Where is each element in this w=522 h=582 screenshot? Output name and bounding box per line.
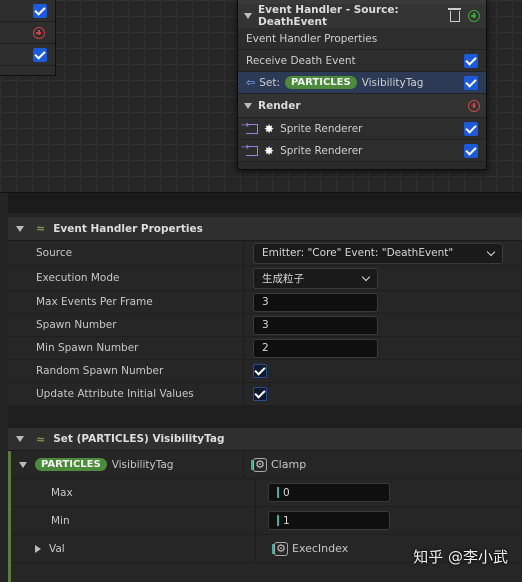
- trash-icon[interactable]: [450, 11, 460, 22]
- prop-update-initial: Update Attribute Initial Values: [8, 383, 522, 406]
- collapse-arrow-icon[interactable]: [244, 13, 252, 19]
- enable-checkbox[interactable]: [464, 54, 478, 68]
- input-marker: [277, 487, 279, 498]
- prop-label: Execution Mode: [8, 266, 244, 290]
- render-title: Render: [258, 100, 468, 112]
- dropdown-value: Emitter: "Core" Event: "DeathEvent": [262, 247, 453, 259]
- render-section-header[interactable]: Render: [238, 94, 486, 118]
- left-node-fragment[interactable]: [0, 0, 56, 76]
- add-icon[interactable]: [468, 10, 480, 22]
- namespace-pill: PARTICLES: [285, 76, 357, 89]
- input-value: ExecIndex: [292, 542, 348, 555]
- node-row-renderer[interactable]: ✸ Sprite Renderer: [238, 140, 486, 162]
- prop-label: Source: [8, 241, 244, 265]
- input-marker: [277, 515, 279, 526]
- input-label: Min: [11, 507, 256, 534]
- enable-checkbox[interactable]: [464, 144, 478, 158]
- input-label: Max: [11, 479, 256, 506]
- execution-mode-dropdown[interactable]: 生成粒子: [253, 268, 378, 289]
- update-initial-checkbox[interactable]: [253, 387, 267, 401]
- renderer-label: Sprite Renderer: [280, 123, 362, 135]
- row-label: Event Handler Properties: [246, 33, 377, 45]
- set-prefix: Set:: [259, 77, 280, 89]
- param-label: PARTICLES VisibilityTag: [11, 451, 244, 478]
- sprite-icon: ✸: [264, 122, 274, 136]
- max-input[interactable]: 0: [268, 483, 390, 502]
- row-label: Receive Death Event: [246, 55, 356, 67]
- min-input[interactable]: 1: [268, 511, 390, 530]
- enable-checkbox[interactable]: [464, 76, 478, 90]
- renderer-link-icon: [246, 124, 258, 134]
- node-row-renderer[interactable]: ✸ Sprite Renderer: [238, 118, 486, 140]
- max-events-input[interactable]: 3: [253, 293, 378, 312]
- prop-execution-mode: Execution Mode 生成粒子: [8, 266, 522, 291]
- prop-max-events: Max Events Per Frame 3: [8, 291, 522, 314]
- module-icon: ≈: [36, 222, 45, 235]
- section-header-set-visibilitytag[interactable]: ≈ Set (PARTICLES) VisibilityTag: [8, 428, 522, 451]
- random-spawn-checkbox[interactable]: [253, 364, 267, 378]
- source-dropdown[interactable]: Emitter: "Core" Event: "DeathEvent": [253, 243, 503, 264]
- prop-label: Max Events Per Frame: [8, 291, 244, 313]
- section-header-event-handler[interactable]: ≈ Event Handler Properties: [8, 217, 522, 241]
- spawn-number-input[interactable]: 3: [253, 316, 378, 335]
- chevron-down-icon: [362, 272, 370, 280]
- set-attribute: VisibilityTag: [362, 77, 424, 89]
- param-row-visibilitytag: PARTICLES VisibilityTag ⚙ Clamp: [11, 451, 522, 479]
- node-title: Event Handler - Source: DeathEvent: [258, 4, 450, 28]
- input-row-max: Max 0: [11, 479, 522, 507]
- dynamic-input-icon[interactable]: ⚙: [253, 458, 267, 472]
- prop-label: Update Attribute Initial Values: [8, 383, 244, 405]
- set-parameter-icon: ⇦: [246, 76, 255, 89]
- left-node-row[interactable]: [0, 44, 55, 66]
- prop-label: Spawn Number: [8, 314, 244, 336]
- node-row-properties[interactable]: Event Handler Properties: [238, 28, 486, 50]
- add-renderer-icon[interactable]: [468, 100, 480, 112]
- node-row-set-visibilitytag[interactable]: ⇦ Set: PARTICLES VisibilityTag: [238, 72, 486, 94]
- param-name: VisibilityTag: [112, 459, 174, 471]
- namespace-pill: PARTICLES: [35, 458, 107, 471]
- enable-checkbox[interactable]: [33, 48, 47, 62]
- renderer-label: Sprite Renderer: [280, 145, 362, 157]
- prop-spawn-number: Spawn Number 3: [8, 314, 522, 337]
- dynamic-function-name: Clamp: [271, 458, 306, 471]
- input-label-text: Val: [49, 543, 65, 555]
- enable-checkbox[interactable]: [33, 4, 47, 18]
- panel-tab-strip: [8, 193, 522, 213]
- expand-arrow-icon[interactable]: [35, 545, 41, 553]
- sprite-icon: ✸: [264, 144, 274, 158]
- section-title: Event Handler Properties: [53, 223, 203, 235]
- chevron-down-icon: [487, 247, 495, 255]
- collapse-arrow-icon[interactable]: [19, 462, 27, 468]
- details-panel: ≈ Event Handler Properties Source Emitte…: [0, 192, 522, 581]
- prop-label: Random Spawn Number: [8, 360, 244, 382]
- prop-random-spawn: Random Spawn Number: [8, 360, 522, 383]
- input-label: Val: [11, 535, 256, 562]
- prop-min-spawn-number: Min Spawn Number 2: [8, 337, 522, 360]
- add-module-icon[interactable]: [33, 27, 45, 39]
- module-icon: ≈: [36, 433, 45, 446]
- collapse-arrow-icon[interactable]: [16, 436, 24, 442]
- section-gap: [8, 406, 522, 428]
- min-spawn-number-input[interactable]: 2: [253, 339, 378, 358]
- collapse-arrow-icon[interactable]: [16, 226, 24, 232]
- input-row-min: Min 1: [11, 507, 522, 535]
- node-header[interactable]: Event Handler - Source: DeathEvent: [238, 0, 486, 28]
- watermark: 知乎 @李小武: [413, 546, 508, 567]
- dynamic-input-icon[interactable]: ⚙: [274, 542, 288, 556]
- input-value: 0: [283, 487, 290, 499]
- prop-source: Source Emitter: "Core" Event: "DeathEven…: [8, 241, 522, 266]
- dropdown-value: 生成粒子: [262, 271, 304, 286]
- enable-checkbox[interactable]: [464, 122, 478, 136]
- collapse-arrow-icon[interactable]: [244, 103, 252, 109]
- input-value: 1: [283, 515, 290, 527]
- left-node-row[interactable]: [0, 0, 55, 22]
- section-title: Set (PARTICLES) VisibilityTag: [53, 433, 224, 445]
- renderer-link-icon: [246, 146, 258, 156]
- node-row-receive[interactable]: Receive Death Event: [238, 50, 486, 72]
- prop-label: Min Spawn Number: [8, 337, 244, 359]
- event-handler-node[interactable]: Event Handler - Source: DeathEvent Event…: [237, 0, 487, 170]
- left-node-add-row[interactable]: [0, 22, 55, 44]
